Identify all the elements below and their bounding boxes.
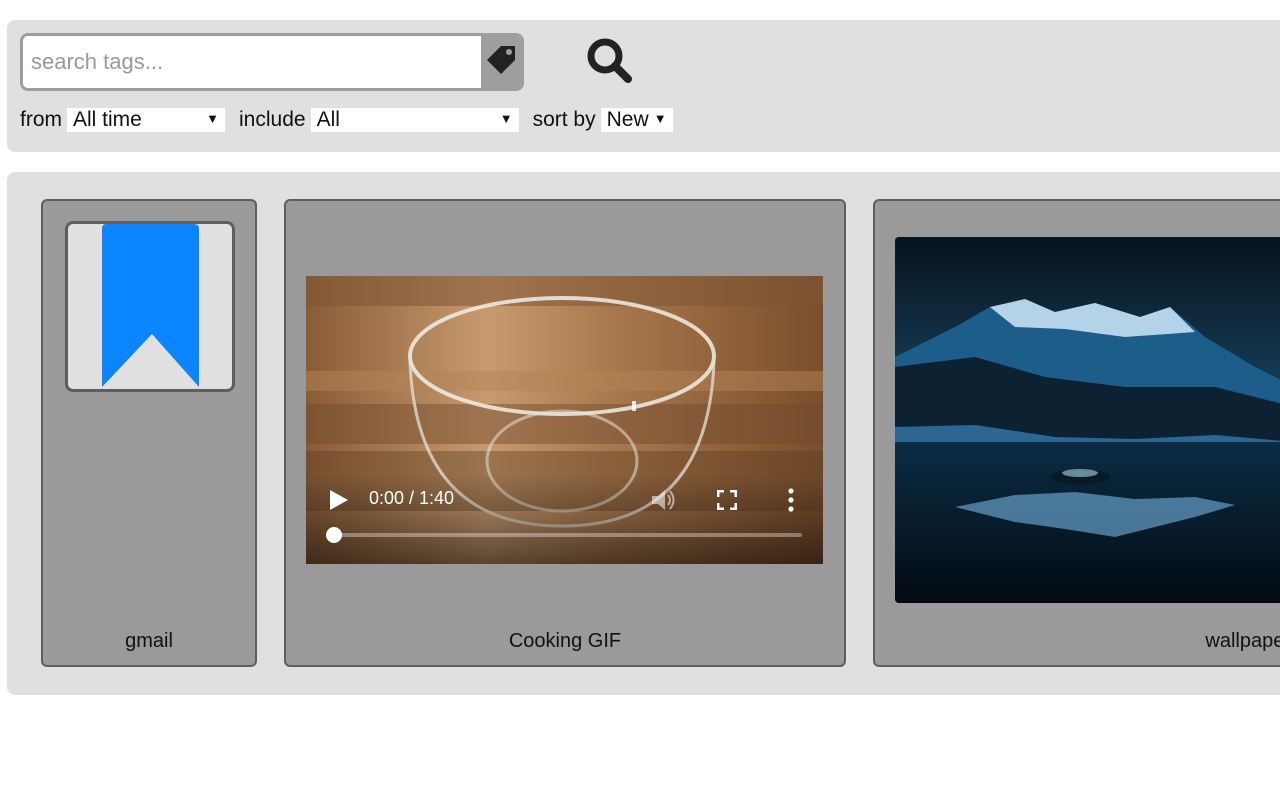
video-time: 0:00 / 1:40: [369, 488, 455, 508]
card-label: wallpaper: [1205, 630, 1280, 652]
video-progress-bar[interactable]: [326, 527, 802, 543]
card-label: gmail: [125, 630, 173, 652]
wallpaper-image[interactable]: [895, 237, 1280, 603]
search-input[interactable]: [23, 36, 485, 88]
include-select-value: All: [316, 108, 340, 131]
tag-button[interactable]: [481, 36, 521, 88]
result-card-gmail[interactable]: gmail: [41, 199, 257, 667]
video-player[interactable]: 0:00 / 1:40: [306, 276, 823, 564]
play-icon[interactable]: [330, 490, 348, 515]
result-card-cooking-gif[interactable]: 0:00 / 1:40 Cooking GIF: [284, 199, 846, 667]
result-card-wallpaper[interactable]: wallpaper: [873, 199, 1280, 667]
filter-bar: from All time ▼ include All ▼ sort by Ne…: [20, 107, 687, 133]
tag-icon: [484, 43, 518, 82]
from-select-value: All time: [73, 108, 142, 131]
more-vertical-icon[interactable]: [788, 488, 794, 517]
fullscreen-icon[interactable]: [716, 489, 738, 515]
results-gallery: gmail 0:00 / 1:40 Cooking GIF wallpape: [7, 172, 1280, 695]
include-label: include: [239, 108, 306, 131]
from-label: from: [20, 108, 62, 131]
tag-search-box: [20, 33, 524, 91]
search-toolbar: from All time ▼ include All ▼ sort by Ne…: [7, 20, 1280, 152]
volume-icon[interactable]: [650, 488, 676, 517]
include-select[interactable]: All ▼: [310, 108, 519, 132]
card-label: Cooking GIF: [508, 630, 622, 652]
from-select[interactable]: All time ▼: [67, 108, 225, 132]
sort-select[interactable]: New ▼: [600, 108, 673, 132]
magnifier-icon: [586, 37, 634, 90]
video-progress-handle[interactable]: [326, 527, 342, 543]
dropdown-arrow-icon: ▼: [499, 111, 513, 126]
sort-select-value: New: [606, 108, 649, 131]
search-button[interactable]: [585, 38, 635, 88]
dropdown-arrow-icon: ▼: [653, 111, 667, 126]
bookmark-thumbnail[interactable]: [65, 221, 235, 392]
sort-label: sort by: [532, 108, 596, 131]
dropdown-arrow-icon: ▼: [206, 111, 219, 126]
